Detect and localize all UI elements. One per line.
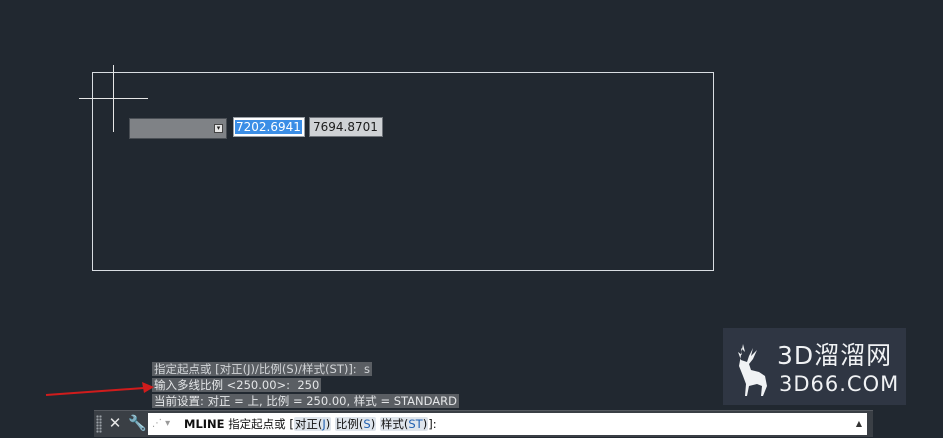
command-input[interactable]: ⋰ ▾ MLINE 指定起点或 [对正(J) 比例(S) 样式(ST)]: ▲ [148,413,867,435]
y-coordinate-value: 7694.8701 [313,120,378,134]
y-coordinate-input[interactable]: 7694.8701 [309,117,383,137]
option-close: ) [422,417,428,431]
watermark-url: 3D66.COM [779,372,900,396]
deer-icon [738,344,767,396]
option-label: 对正( [294,417,323,431]
history-line: 输入多线比例 <250.00>: 250 [152,378,322,392]
close-icon[interactable]: ✕ [107,414,123,432]
scroll-up-icon[interactable]: ▲ [854,413,864,435]
command-line-bar: ✕ 🔧 ⋰ ▾ MLINE 指定起点或 [对正(J) 比例(S) 样式(ST)]… [94,410,873,437]
wrench-icon[interactable]: 🔧 [128,414,147,432]
option-close: ) [325,417,331,431]
dropdown-arrow-icon[interactable]: ▾ [214,124,223,133]
command-prompt: MLINE 指定起点或 [对正(J) 比例(S) 样式(ST)]: [184,413,437,435]
crosshair-vertical [113,65,114,132]
arrow-line [45,387,145,396]
history-line: 当前设置: 对正 = 上, 比例 = 250.00, 样式 = STANDARD [152,394,459,408]
option-key: ST [408,417,423,431]
drag-handle-icon[interactable] [96,415,102,433]
option-close: ) [370,417,376,431]
prompt-text: 指定起点或 [ [228,417,294,431]
command-name: MLINE [184,417,225,431]
drawing-canvas[interactable]: ▾ 7202.6941 7694.8701 指定起点或 [对正(J)/比例(S)… [0,0,943,438]
arrow-head [142,382,154,393]
x-coordinate-value: 7202.6941 [235,120,302,134]
option-label: 比例( [335,417,364,431]
x-coordinate-input[interactable]: 7202.6941 [233,117,305,137]
history-line: 指定起点或 [对正(J)/比例(S)/样式(ST)]: s [152,362,372,376]
dynamic-input-dropdown[interactable]: ▾ [129,118,227,139]
recent-commands-icon[interactable]: ⋰ ▾ [152,413,178,435]
option-key: S [363,417,371,431]
option-label: 样式( [380,417,409,431]
watermark-logo: 3D溜溜网 3D66.COM [723,328,906,405]
prompt-suffix: ]: [428,417,437,431]
option-justify[interactable]: 对正(J) [293,417,332,431]
rectangle-shape [92,72,714,271]
red-arrow-annotation [45,382,154,396]
option-scale[interactable]: 比例(S) [334,417,377,431]
option-style[interactable]: 样式(ST) [379,417,429,431]
watermark-title: 3D溜溜网 [777,341,893,370]
